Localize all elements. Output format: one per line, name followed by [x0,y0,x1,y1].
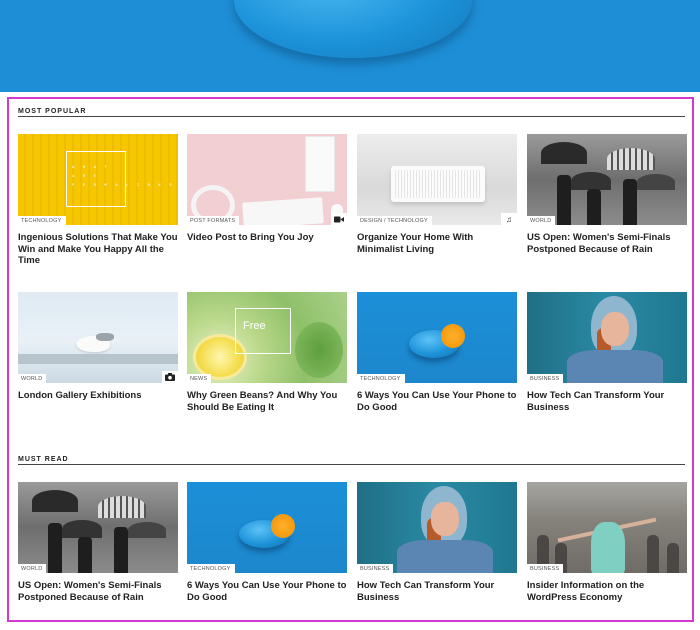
article-thumbnail[interactable]: BUSINESS [527,292,687,383]
article-card[interactable]: BUSINESS Insider Information on the Word… [527,482,687,603]
category-badge[interactable]: DESIGN / TECHNOLOGY [357,216,432,225]
article-card[interactable]: W H A TA R EP E R M A L I N K S TECHNOLO… [18,134,178,267]
railing-graphic [18,354,178,364]
category-badge[interactable]: BUSINESS [527,374,564,383]
article-card[interactable]: TECHNOLOGY 6 Ways You Can Use Your Phone… [187,482,347,603]
category-badge[interactable]: TECHNOLOGY [187,564,235,573]
umbrella-graphic [637,174,675,190]
face-graphic [431,502,459,536]
article-card[interactable]: Free NEWS Why Green Beans? And Why You S… [187,292,347,413]
article-thumbnail[interactable]: Free NEWS [187,292,347,383]
article-thumbnail[interactable]: BUSINESS [357,482,517,573]
category-badge[interactable]: TECHNOLOGY [357,374,405,383]
category-badge[interactable]: NEWS [187,374,212,383]
video-camera-icon [331,213,347,225]
article-title[interactable]: 6 Ways You Can Use Your Phone to Do Good [187,580,347,603]
category-badge[interactable]: BUSINESS [527,564,564,573]
article-title[interactable]: 6 Ways You Can Use Your Phone to Do Good [357,390,517,413]
article-title[interactable]: US Open: Women's Semi-Finals Postponed B… [18,580,178,603]
umbrella-graphic [128,522,166,538]
article-card[interactable]: BUSINESS How Tech Can Transform Your Bus… [527,292,687,413]
article-thumbnail[interactable]: WORLD [18,482,178,573]
article-title[interactable]: Organize Your Home With Minimalist Livin… [357,232,517,255]
article-card[interactable]: WORLD US Open: Women's Semi-Finals Postp… [18,482,178,603]
article-title[interactable]: Insider Information on the WordPress Eco… [527,580,687,603]
umbrella-graphic [607,148,655,170]
article-card[interactable]: DESIGN / TECHNOLOGY ♫ Organize Your Home… [357,134,517,255]
article-card[interactable]: BUSINESS How Tech Can Transform Your Bus… [357,482,517,603]
section-divider [18,464,685,465]
thumbnail-caption: W H A TA R EP E R M A L I N K S [72,166,175,188]
umbrella-graphic [98,496,146,518]
category-badge[interactable]: POST FORMATS [187,216,240,225]
dancer-graphic [591,522,625,573]
speaker-graphic [391,166,485,202]
section-title-most-popular: MOST POPULAR [18,108,87,115]
umbrella-graphic [62,520,102,538]
umbrella-graphic [571,172,611,190]
article-thumbnail[interactable]: TECHNOLOGY [187,482,347,573]
jacket-graphic [397,540,493,573]
music-note-icon: ♫ [501,213,517,225]
article-thumbnail[interactable]: BUSINESS [527,482,687,573]
person-graphic [647,535,659,573]
seagull-graphic [76,333,114,352]
section-divider [18,116,685,117]
leaf-graphic [295,322,343,378]
article-thumbnail[interactable]: WORLD [18,292,178,383]
hero-image[interactable] [0,0,700,92]
person-graphic [587,189,601,225]
article-card[interactable]: POST FORMATS Video Post to Bring You Joy [187,134,347,244]
article-title[interactable]: How Tech Can Transform Your Business [527,390,687,413]
person-graphic [667,543,679,573]
article-thumbnail[interactable]: POST FORMATS [187,134,347,225]
thumbnail-caption: Free [243,320,266,332]
article-title[interactable]: US Open: Women's Semi-Finals Postponed B… [527,232,687,255]
jacket-graphic [567,350,663,383]
category-badge[interactable]: BUSINESS [357,564,394,573]
notebook-graphic [305,136,335,192]
article-thumbnail[interactable]: TECHNOLOGY [357,292,517,383]
category-badge[interactable]: TECHNOLOGY [18,216,66,225]
article-card[interactable]: WORLD US Open: Women's Semi-Finals Postp… [527,134,687,255]
category-badge[interactable]: WORLD [18,374,47,383]
person-graphic [557,175,571,225]
article-title[interactable]: How Tech Can Transform Your Business [357,580,517,603]
article-title[interactable]: Ingenious Solutions That Make You Win an… [18,232,178,267]
article-thumbnail[interactable]: W H A TA R EP E R M A L I N K S TECHNOLO… [18,134,178,225]
keyboard-graphic [242,197,324,225]
camera-icon [162,371,178,383]
umbrella-graphic [541,142,587,164]
person-graphic [114,527,128,573]
article-title[interactable]: Video Post to Bring You Joy [187,232,347,244]
category-badge[interactable]: WORLD [18,564,47,573]
article-card[interactable]: TECHNOLOGY 6 Ways You Can Use Your Phone… [357,292,517,413]
face-graphic [601,312,629,346]
section-title-must-read: MUST READ [18,456,69,463]
category-badge[interactable]: WORLD [527,216,556,225]
person-graphic [48,523,62,573]
article-title[interactable]: Why Green Beans? And Why You Should Be E… [187,390,347,413]
umbrella-graphic [32,490,78,512]
hero-blue-fruit [234,0,472,58]
article-title[interactable]: London Gallery Exhibitions [18,390,178,402]
article-card[interactable]: WORLD London Gallery Exhibitions [18,292,178,402]
article-thumbnail[interactable]: DESIGN / TECHNOLOGY ♫ [357,134,517,225]
article-thumbnail[interactable]: WORLD [527,134,687,225]
person-graphic [623,179,637,225]
person-graphic [78,537,92,573]
